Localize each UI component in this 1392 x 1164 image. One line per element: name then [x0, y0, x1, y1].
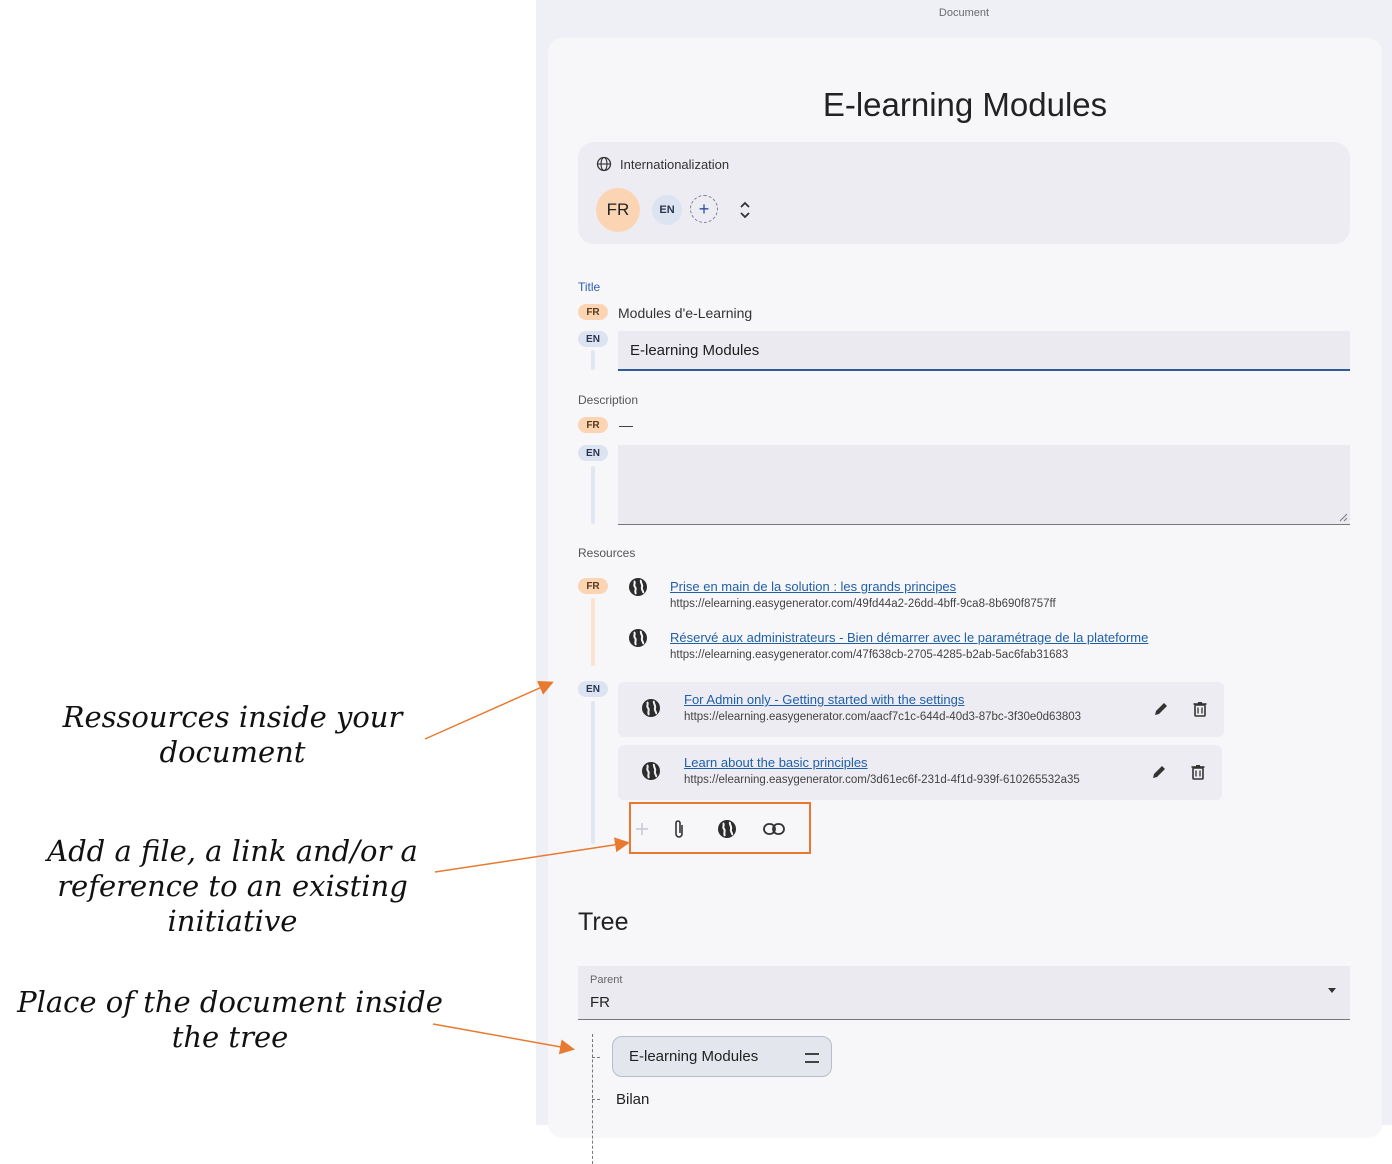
- add-icon[interactable]: [631, 818, 653, 840]
- document-app: Document E-learning Modules Internationa…: [536, 0, 1392, 1164]
- parent-value: FR: [590, 994, 610, 1011]
- resources-fr-chip: FR: [578, 578, 608, 594]
- description-fr-value: —: [619, 417, 633, 433]
- link-icon[interactable]: [763, 818, 785, 840]
- resource-en-card-2: Learn about the basic principles https:/…: [618, 745, 1222, 800]
- resource-fr-url-1: https://elearning.easygenerator.com/49fd…: [670, 598, 1056, 610]
- globe-icon: [642, 762, 660, 780]
- tree-node-current[interactable]: E-learning Modules: [612, 1036, 832, 1077]
- resource-en-link-1[interactable]: For Admin only - Getting started with th…: [684, 692, 964, 707]
- edit-icon[interactable]: [1151, 764, 1167, 780]
- add-language-button[interactable]: +: [690, 195, 718, 223]
- parent-select[interactable]: Parent FR: [578, 966, 1350, 1020]
- annotation-tree: Place of the document inside the tree: [10, 985, 450, 1055]
- resource-en-card-1: For Admin only - Getting started with th…: [618, 682, 1224, 737]
- parent-label: Parent: [590, 974, 623, 986]
- resources-fr-rail: [591, 598, 595, 666]
- description-fr-chip: FR: [578, 417, 608, 433]
- resources-label: Resources: [578, 546, 636, 560]
- title-en-rail: [591, 350, 595, 370]
- drag-handle-icon[interactable]: [805, 1053, 819, 1063]
- globe-icon[interactable]: [716, 818, 738, 840]
- document-card: E-learning Modules Internationalization …: [548, 38, 1382, 1164]
- description-en-chip: EN: [578, 445, 608, 461]
- tree-heading: Tree: [578, 908, 629, 936]
- add-resource-toolbar: [629, 802, 811, 854]
- delete-icon[interactable]: [1192, 701, 1208, 717]
- resource-fr-url-2: https://elearning.easygenerator.com/47f6…: [670, 649, 1069, 661]
- dropdown-caret-icon[interactable]: [1328, 988, 1336, 993]
- internationalization-panel: Internationalization FR EN +: [578, 142, 1350, 244]
- tree-connector-tick: [592, 1099, 600, 1100]
- globe-icon: [596, 156, 612, 172]
- description-label: Description: [578, 393, 639, 407]
- annotation-tree-line2: the tree: [171, 1020, 289, 1054]
- lang-en-avatar[interactable]: EN: [652, 195, 682, 225]
- globe-icon: [629, 629, 647, 647]
- edit-icon[interactable]: [1153, 701, 1169, 717]
- title-en-input[interactable]: E-learning Modules: [618, 331, 1350, 371]
- lang-fr-avatar[interactable]: FR: [596, 188, 640, 232]
- tree-node-label: E-learning Modules: [629, 1048, 759, 1065]
- resource-fr-link-1[interactable]: Prise en main de la solution : les grand…: [670, 579, 956, 594]
- title-fr-chip: FR: [578, 304, 608, 320]
- arrow-resources: [424, 681, 554, 740]
- resources-en-chip: EN: [578, 681, 608, 697]
- description-en-rail: [591, 466, 595, 524]
- resize-grip-icon[interactable]: [1339, 513, 1348, 522]
- annotation-add-resource: Add a file, a link and/or a reference to…: [20, 834, 445, 939]
- annotation-tree-line1: Place of the document inside: [17, 985, 443, 1019]
- description-en-input[interactable]: [618, 445, 1350, 525]
- delete-icon[interactable]: [1190, 764, 1206, 780]
- resources-en-rail: [591, 701, 595, 844]
- app-header: Document: [938, 7, 990, 19]
- intl-label: Internationalization: [620, 156, 730, 172]
- title-en-chip: EN: [578, 331, 608, 347]
- reorder-icon[interactable]: [738, 198, 752, 222]
- paperclip-icon[interactable]: [668, 818, 690, 840]
- resource-en-url-2: https://elearning.easygenerator.com/3d61…: [684, 774, 1080, 786]
- globe-icon: [642, 699, 660, 717]
- tree-connector-tick: [592, 1057, 600, 1058]
- title-en-value: E-learning Modules: [630, 342, 760, 359]
- annotation-resources-line2: document: [159, 735, 306, 769]
- annotation-resources-line1: Ressources inside your: [62, 700, 403, 734]
- globe-icon: [629, 578, 647, 596]
- annotation-add-line2: reference to an existing: [57, 869, 408, 903]
- resource-en-link-2[interactable]: Learn about the basic principles: [684, 755, 868, 770]
- title-label: Title: [578, 280, 601, 294]
- resource-en-url-1: https://elearning.easygenerator.com/aacf…: [684, 711, 1082, 723]
- annotation-resources: Ressources inside your document: [40, 700, 425, 770]
- title-fr-value: Modules d'e-Learning: [618, 305, 753, 321]
- intl-header: Internationalization: [596, 156, 729, 172]
- annotation-add-line3: initiative: [167, 904, 298, 938]
- resource-fr-link-2[interactable]: Réservé aux administrateurs - Bien démar…: [670, 630, 1148, 645]
- annotation-add-line1: Add a file, a link and/or a: [47, 834, 418, 868]
- page-title: E-learning Modules: [822, 86, 1108, 123]
- tree-node-sibling[interactable]: Bilan: [616, 1091, 649, 1108]
